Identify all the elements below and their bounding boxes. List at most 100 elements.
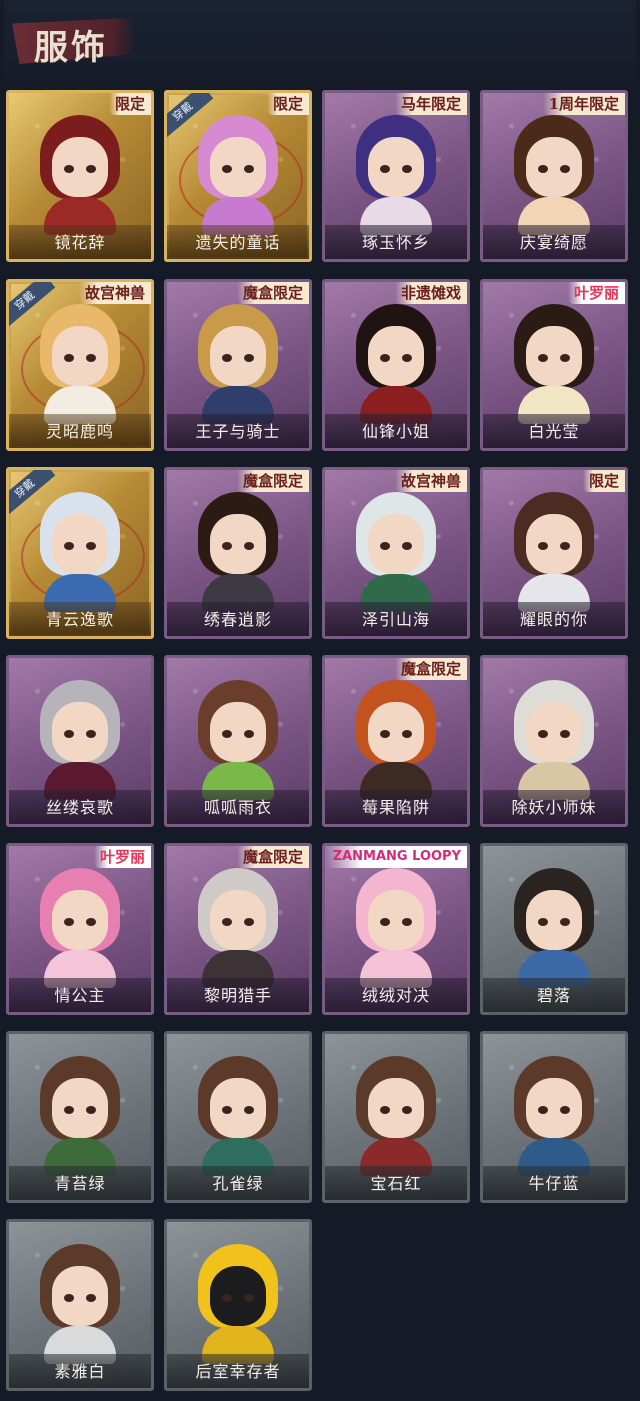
character-portrait	[34, 304, 126, 424]
character-portrait	[34, 115, 126, 235]
portrait-eye	[86, 354, 96, 362]
costume-card[interactable]: 白光莹 叶罗丽	[480, 279, 628, 451]
portrait-face	[210, 514, 266, 574]
portrait-face	[368, 326, 424, 386]
costume-name: 庆宴绮愿	[519, 233, 588, 252]
portrait-eye	[560, 165, 570, 173]
costume-card[interactable]: 琢玉怀乡 马年限定	[322, 90, 470, 262]
costume-card[interactable]: 宝石红	[322, 1031, 470, 1203]
costume-card[interactable]: 仙锋小姐 非遗傩戏	[322, 279, 470, 451]
portrait-face	[210, 1078, 266, 1138]
costume-badge: 叶罗丽	[567, 282, 625, 304]
costume-card[interactable]: 王子与骑士 魔盒限定	[164, 279, 312, 451]
costume-name: 黎明猎手	[203, 986, 272, 1005]
costume-name: 仙锋小姐	[361, 422, 430, 441]
costume-card[interactable]: 青云逸歌 穿戴	[6, 467, 154, 639]
portrait-eye	[538, 730, 548, 738]
costume-card[interactable]: 青苔绿	[6, 1031, 154, 1203]
costume-card[interactable]: 情公主 叶罗丽	[6, 843, 154, 1015]
portrait-face	[526, 702, 582, 762]
costume-card[interactable]: 碧落	[480, 843, 628, 1015]
costume-card[interactable]: 绒绒对决 ZANMANG LOOPY	[322, 843, 470, 1015]
costume-card[interactable]: 牛仔蓝	[480, 1031, 628, 1203]
portrait-eye	[538, 542, 548, 550]
costume-name: 绣春逍影	[203, 610, 272, 629]
costume-card[interactable]: 呱呱雨衣	[164, 655, 312, 827]
costume-name: 镜花辞	[54, 233, 106, 252]
portrait-eye	[64, 1106, 74, 1114]
portrait-face	[368, 890, 424, 950]
portrait-eye	[222, 730, 232, 738]
portrait-face	[52, 326, 108, 386]
costume-card[interactable]: 镜花辞 限定	[6, 90, 154, 262]
portrait-eye	[86, 165, 96, 173]
portrait-eye	[86, 1294, 96, 1302]
portrait-eye	[380, 1106, 390, 1114]
portrait-eye	[380, 165, 390, 173]
character-portrait	[192, 304, 284, 424]
portrait-face	[368, 137, 424, 197]
portrait-face	[210, 326, 266, 386]
character-portrait	[350, 115, 442, 235]
portrait-face	[52, 890, 108, 950]
portrait-eye	[222, 165, 232, 173]
costume-badge: 魔盒限定	[236, 846, 309, 868]
costume-name: 白光莹	[528, 422, 580, 441]
portrait-eye	[64, 165, 74, 173]
costume-name: 后室幸存者	[195, 1362, 281, 1381]
costume-name: 情公主	[54, 986, 106, 1005]
costume-card[interactable]: 绣春逍影 魔盒限定	[164, 467, 312, 639]
costume-card[interactable]: 黎明猎手 魔盒限定	[164, 843, 312, 1015]
costume-card[interactable]: 丝缕哀歌	[6, 655, 154, 827]
portrait-eye	[86, 542, 96, 550]
portrait-face	[526, 137, 582, 197]
portrait-eye	[538, 165, 548, 173]
portrait-eye	[402, 918, 412, 926]
costume-badge: 限定	[582, 470, 625, 492]
character-portrait	[508, 868, 600, 988]
character-portrait	[192, 868, 284, 988]
portrait-face	[526, 514, 582, 574]
costume-card[interactable]: 除妖小师妹	[480, 655, 628, 827]
costume-name: 王子与骑士	[195, 422, 281, 441]
costume-card[interactable]: 莓果陷阱 魔盒限定	[322, 655, 470, 827]
costume-card[interactable]: 素雅白	[6, 1219, 154, 1391]
costume-badge: 限定	[108, 93, 151, 115]
costume-card[interactable]: 后室幸存者	[164, 1219, 312, 1391]
costume-card[interactable]: 遗失的童话 限定 穿戴	[164, 90, 312, 262]
portrait-eye	[402, 1106, 412, 1114]
character-portrait	[34, 492, 126, 612]
page-title: 服饰	[34, 28, 108, 68]
costume-name: 琢玉怀乡	[361, 233, 430, 252]
character-portrait	[192, 1244, 284, 1364]
costume-card[interactable]: 庆宴绮愿 1周年限定	[480, 90, 628, 262]
portrait-eye	[64, 730, 74, 738]
costume-name: 素雅白	[54, 1362, 106, 1381]
costume-card[interactable]: 泽引山海 故宫神兽	[322, 467, 470, 639]
portrait-face	[526, 326, 582, 386]
costume-card[interactable]: 灵昭鹿鸣 故宫神兽 穿戴	[6, 279, 154, 451]
character-portrait	[34, 1056, 126, 1176]
portrait-eye	[244, 918, 254, 926]
character-portrait	[192, 492, 284, 612]
costume-badge: 魔盒限定	[394, 658, 467, 680]
portrait-face	[368, 1078, 424, 1138]
portrait-eye	[86, 730, 96, 738]
costume-badge: 非遗傩戏	[394, 282, 467, 304]
costume-name: 遗失的童话	[195, 233, 281, 252]
portrait-eye	[222, 918, 232, 926]
portrait-face	[368, 702, 424, 762]
costume-card[interactable]: 孔雀绿	[164, 1031, 312, 1203]
character-portrait	[508, 304, 600, 424]
portrait-eye	[244, 1294, 254, 1302]
portrait-eye	[222, 354, 232, 362]
portrait-eye	[64, 354, 74, 362]
costume-name: 宝石红	[370, 1174, 422, 1193]
costume-card[interactable]: 耀眼的你 限定	[480, 467, 628, 639]
portrait-eye	[402, 165, 412, 173]
portrait-face	[210, 137, 266, 197]
portrait-face	[210, 890, 266, 950]
character-portrait	[34, 680, 126, 800]
character-portrait	[34, 1244, 126, 1364]
portrait-eye	[538, 354, 548, 362]
